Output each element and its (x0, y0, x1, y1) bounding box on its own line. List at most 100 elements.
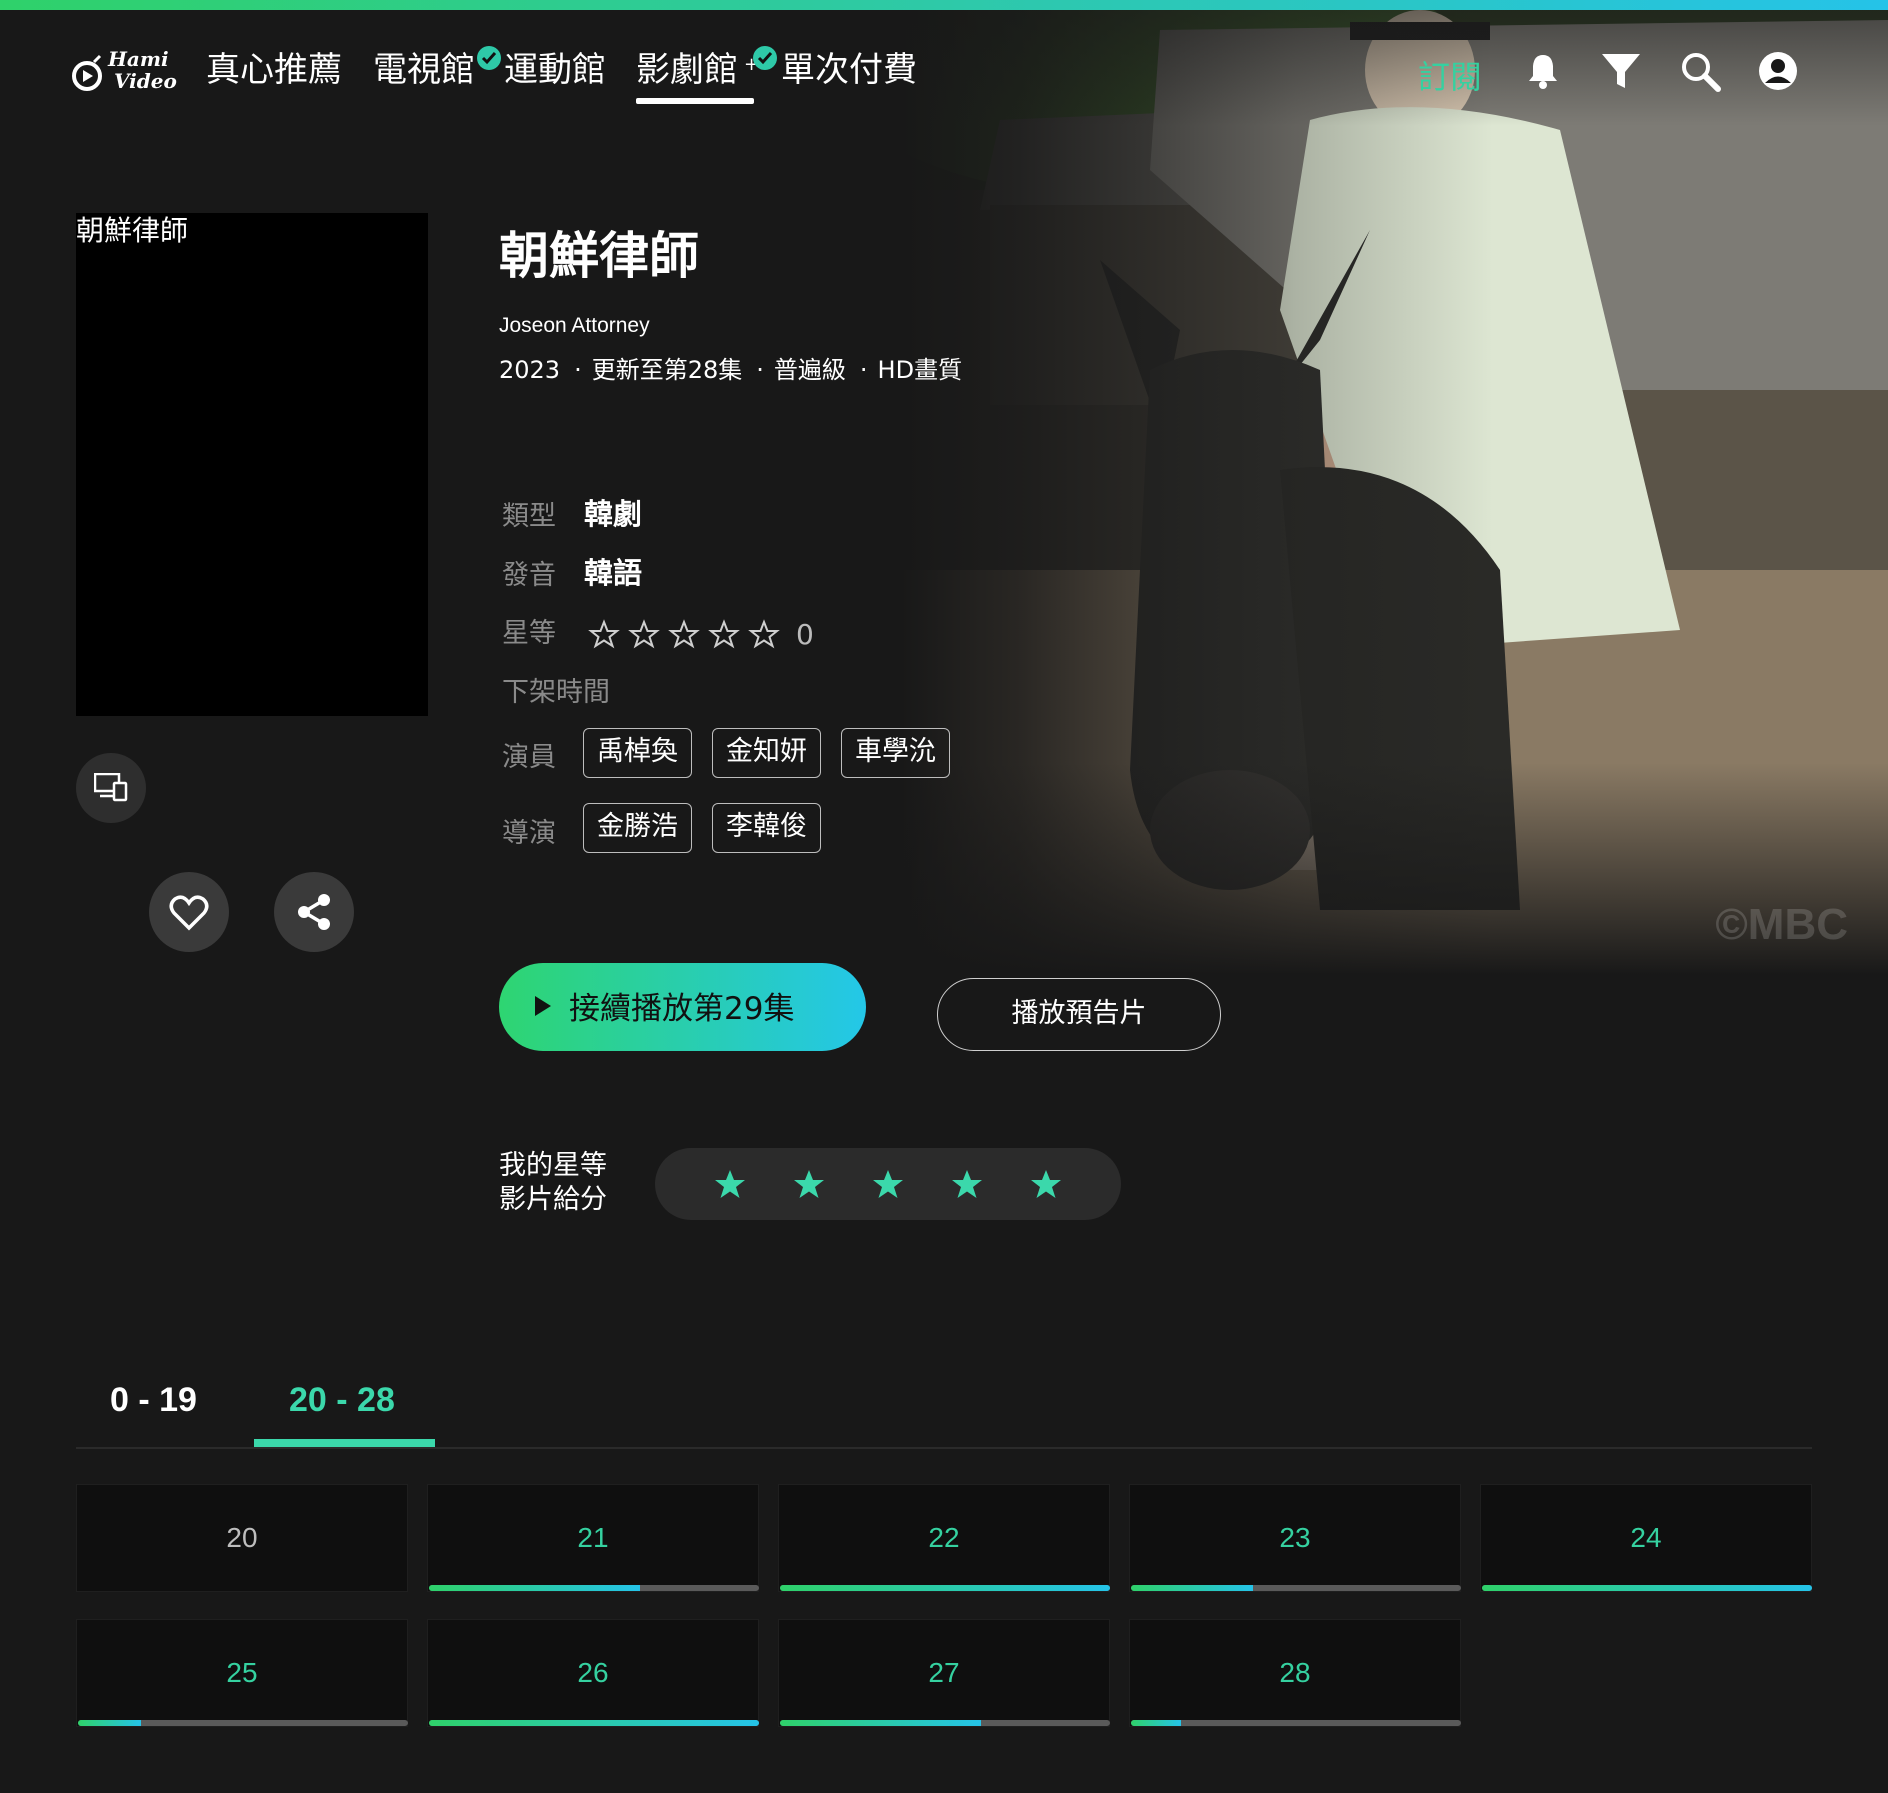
top-navigation: Hami Video 真心推薦 電視館 運動館 影劇館 + 單次付費 訂閱 (0, 10, 1888, 115)
genre-value[interactable]: 韓劇 (584, 491, 642, 533)
audio-label: 發音 (502, 560, 556, 591)
episode-number: 27 (928, 1657, 960, 1688)
cast-chip[interactable]: 禹棹奐 (583, 728, 692, 778)
episode-progress-track (780, 1720, 1110, 1726)
director-chip[interactable]: 金勝浩 (583, 803, 692, 853)
star-icon[interactable] (712, 1166, 748, 1202)
continue-play-label: 接續播放第29集 (569, 991, 795, 1027)
nav-item-sports[interactable]: 運動館 (504, 44, 606, 104)
nav-item-recommend[interactable]: 真心推薦 (206, 44, 342, 104)
nav-item-ppv[interactable]: 單次付費 (781, 44, 917, 104)
star-outline-icon (664, 614, 704, 654)
nav-badge-check-icon (477, 46, 501, 70)
episode-progress-track (429, 1585, 759, 1591)
my-rating-line2: 影片給分 (499, 1184, 607, 1215)
director-label: 導演 (502, 818, 556, 849)
nav-item-tv[interactable]: 電視館 (373, 44, 475, 104)
play-icon (535, 996, 551, 1016)
meta-separator: · (859, 356, 868, 384)
nav-badge-check-icon (753, 46, 777, 70)
episode-progress-fill (1131, 1585, 1254, 1591)
episode-progress-track (780, 1585, 1110, 1591)
meta-year: 2023 (499, 356, 561, 384)
genre-label: 類型 (502, 501, 556, 532)
episode-progress-track (1131, 1720, 1461, 1726)
favorite-button[interactable] (149, 872, 229, 952)
devices-button[interactable] (76, 753, 146, 823)
episode-progress-fill (429, 1720, 759, 1726)
director-chip[interactable]: 李韓俊 (712, 803, 821, 853)
episode-card[interactable]: 21 (427, 1484, 759, 1592)
my-rating-label: 我的星等 影片給分 (499, 1149, 607, 1217)
episode-card[interactable]: 23 (1129, 1484, 1461, 1592)
logo-line2: Video (114, 69, 177, 93)
meta-quality: HD畫質 (877, 356, 963, 384)
episode-progress-track (429, 1720, 759, 1726)
rating-count: 0 (796, 617, 814, 651)
heart-icon (169, 895, 209, 931)
star-outline-icon (704, 614, 744, 654)
star-icon[interactable] (791, 1166, 827, 1202)
share-button[interactable] (274, 872, 354, 952)
account-icon[interactable] (1757, 50, 1799, 92)
removal-date-label: 下架時間 (502, 677, 610, 708)
episode-number: 22 (928, 1522, 960, 1553)
average-rating-stars: 0 (584, 614, 814, 654)
episode-progress-fill (1482, 1585, 1812, 1591)
cast-chip[interactable]: 車學沇 (841, 728, 950, 778)
star-outline-icon (624, 614, 664, 654)
devices-icon (94, 773, 128, 802)
episode-number: 25 (226, 1657, 258, 1688)
episode-card[interactable]: 20 (76, 1484, 408, 1592)
filter-icon[interactable] (1600, 50, 1642, 92)
episode-progress-track (1482, 1585, 1812, 1591)
continue-play-button[interactable]: 接續播放第29集 (499, 963, 866, 1051)
star-icon[interactable] (949, 1166, 985, 1202)
subscribe-link[interactable]: 訂閱 (1418, 52, 1482, 98)
meta-separator: · (574, 356, 582, 384)
stars-label: 星等 (502, 618, 556, 649)
hero-background: ©MBC (900, 10, 1888, 975)
episode-card[interactable]: 27 (778, 1619, 1110, 1727)
episode-number: 26 (577, 1657, 609, 1688)
episode-progress-fill (429, 1585, 641, 1591)
episode-progress-fill (780, 1720, 982, 1726)
share-icon (298, 894, 330, 930)
star-icon[interactable] (1028, 1166, 1064, 1202)
episode-card[interactable]: 22 (778, 1484, 1110, 1592)
meta-rating-level: 普遍級 (773, 356, 846, 384)
cast-chip[interactable]: 金知妍 (712, 728, 821, 778)
nav-active-underline (636, 98, 754, 104)
top-accent-line (0, 0, 1888, 10)
episode-progress-track (78, 1720, 408, 1726)
logo-play-icon (72, 54, 102, 91)
episode-number: 20 (226, 1522, 258, 1553)
logo-line1: Hami (108, 47, 169, 71)
poster-alt-text: 朝鮮律師 (76, 214, 189, 247)
episode-tab-20-28[interactable]: 20 - 28 (289, 1381, 395, 1420)
meta-update-status: 更新至第28集 (591, 356, 743, 384)
episode-card[interactable]: 28 (1129, 1619, 1461, 1727)
episode-number: 28 (1279, 1657, 1311, 1688)
episode-card[interactable]: 26 (427, 1619, 759, 1727)
show-subtitle: Joseon Attorney (499, 314, 650, 337)
cast-label: 演員 (502, 742, 556, 773)
audio-value: 韓語 (584, 556, 643, 590)
star-outline-icon (744, 614, 784, 654)
episode-tab-0-19[interactable]: 0 - 19 (110, 1381, 197, 1420)
episode-progress-track (1131, 1585, 1461, 1591)
show-title: 朝鮮律師 (499, 227, 699, 285)
episode-number: 23 (1279, 1522, 1311, 1553)
episode-card[interactable]: 25 (76, 1619, 408, 1727)
episode-number: 21 (577, 1522, 609, 1553)
episode-progress-fill (78, 1720, 141, 1726)
episode-card[interactable]: 24 (1480, 1484, 1812, 1592)
search-icon[interactable] (1679, 50, 1721, 92)
episode-progress-fill (780, 1585, 1110, 1591)
episode-tab-active-underline (254, 1439, 435, 1447)
play-trailer-button[interactable]: 播放預告片 (937, 978, 1221, 1051)
nav-item-drama[interactable]: 影劇館 (636, 44, 738, 104)
hami-video-logo[interactable]: Hami Video (72, 46, 182, 102)
star-icon[interactable] (870, 1166, 906, 1202)
bell-icon[interactable] (1522, 50, 1564, 92)
